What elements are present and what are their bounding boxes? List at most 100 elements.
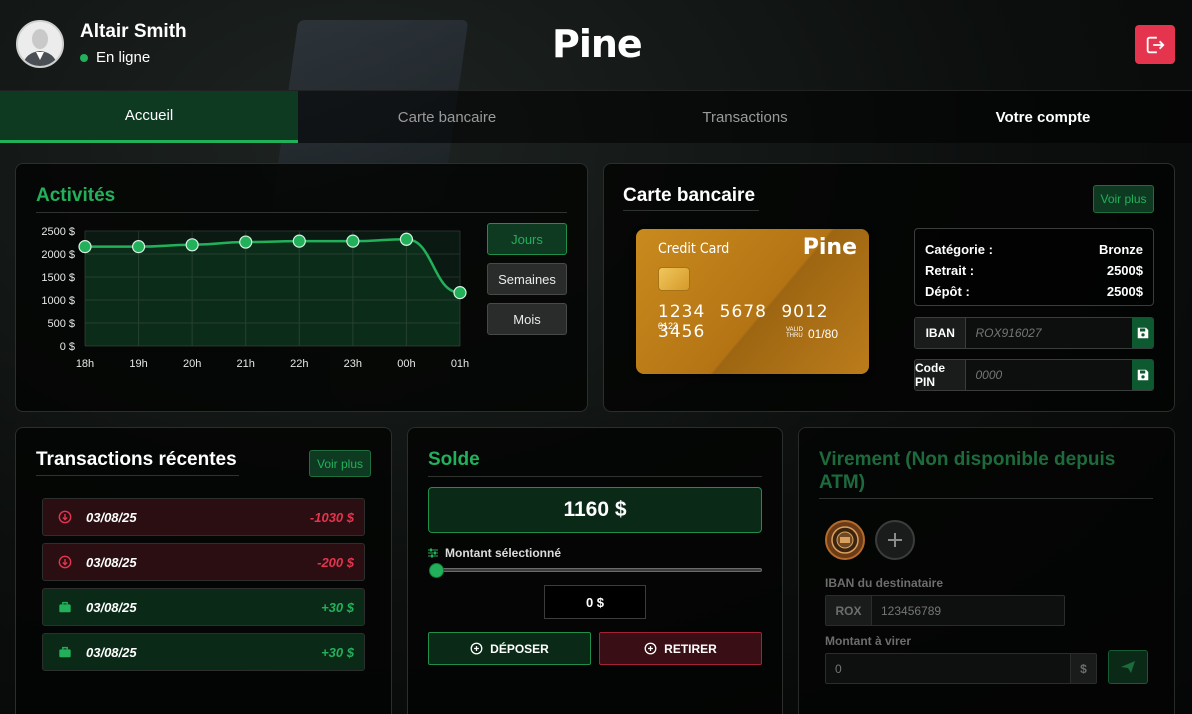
transaction-amount: +30 $ (321, 599, 354, 615)
x-tick-label: 19h (129, 358, 147, 370)
deposit-limit-label: Dépôt : (925, 284, 970, 299)
user-status: En ligne (80, 49, 150, 66)
tab-accueil[interactable]: Accueil (0, 91, 298, 143)
y-tick-label: 1000 $ (41, 295, 75, 307)
save-icon (1137, 327, 1148, 339)
category-value: Bronze (1098, 242, 1143, 257)
range-jours-button[interactable]: Jours (487, 223, 567, 255)
card-voir-plus-button[interactable]: Voir plus (1093, 185, 1154, 213)
transaction-row[interactable]: 03/08/25 +30 $ (42, 588, 365, 626)
iban-prefix: ROX (826, 596, 872, 625)
briefcase-icon (43, 600, 86, 614)
tab-transactions[interactable]: Transactions (596, 91, 894, 143)
info-row-deposit: Dépôt : 2500$ (925, 281, 1143, 302)
card-small-number: 0123 (658, 321, 679, 331)
data-point (453, 286, 467, 300)
transaction-amount: -200 $ (317, 554, 354, 570)
transfer-amount-label: Montant à virer (825, 634, 912, 648)
range-semaines-button[interactable]: Semaines (487, 263, 567, 295)
data-point (185, 238, 199, 252)
main-tabs: Accueil Carte bancaire Transactions Votr… (0, 90, 1192, 143)
pin-label: Code PIN (915, 360, 967, 390)
user-silhouette-icon (18, 22, 62, 66)
iban-field-row: IBAN (914, 317, 1154, 349)
x-tick-label: 01h (451, 358, 469, 370)
data-point (131, 240, 146, 254)
contact-avatar[interactable] (825, 520, 865, 560)
logout-icon (1146, 36, 1165, 53)
data-point (78, 240, 92, 254)
amount-slider-track[interactable] (436, 568, 762, 572)
transaction-date: 03/08/25 (86, 644, 137, 660)
save-icon (1137, 369, 1148, 381)
transfer-divider (819, 498, 1153, 499)
credit-card[interactable]: Credit Card Pine 1234 5678 9012 3456 012… (636, 229, 869, 374)
activity-divider (36, 212, 567, 213)
iban-label: IBAN (915, 318, 967, 348)
transfer-amount-field: $ (825, 653, 1097, 684)
balance-divider (428, 476, 762, 477)
transactions-divider (36, 475, 239, 476)
y-tick-label: 1500 $ (41, 272, 75, 284)
info-row-category: Catégorie : Bronze (925, 239, 1143, 260)
transaction-amount: -1030 $ (309, 509, 354, 525)
y-tick-label: 2500 $ (41, 226, 75, 238)
data-point (399, 232, 414, 246)
y-tick-label: 0 $ (60, 341, 75, 353)
data-point (292, 234, 306, 248)
sliders-icon (428, 548, 438, 558)
online-dot-icon (80, 53, 88, 62)
tab-votre-compte[interactable]: Votre compte (894, 91, 1192, 143)
tab-carte-bancaire[interactable]: Carte bancaire (298, 91, 596, 143)
transaction-date: 03/08/25 (86, 509, 137, 525)
transfer-amount-input[interactable] (826, 654, 1070, 683)
currency-suffix: $ (1070, 654, 1096, 683)
transfer-title: Virement (Non disponible depuis ATM) (819, 449, 1116, 493)
balance-title: Solde (428, 449, 480, 470)
transaction-date: 03/08/25 (86, 554, 137, 570)
header: Altair Smith En ligne Pine (0, 0, 1192, 90)
x-tick-label: 00h (397, 358, 415, 370)
iban-input[interactable] (966, 318, 1133, 348)
chip-icon (658, 267, 690, 291)
balance-display: 1160 $ (428, 487, 762, 533)
x-tick-label: 18h (76, 358, 94, 370)
pin-input[interactable] (966, 360, 1133, 390)
avatar[interactable] (16, 20, 64, 68)
activity-title: Activités (36, 185, 116, 206)
pin-field-row: Code PIN (914, 359, 1154, 391)
add-contact-button[interactable] (875, 520, 915, 560)
transaction-row[interactable]: 03/08/25 +30 $ (42, 633, 365, 671)
card-divider (623, 210, 759, 211)
send-icon (1121, 661, 1135, 673)
recipient-iban-field: ROX (825, 595, 1065, 626)
amount-slider-thumb[interactable] (429, 563, 444, 578)
withdraw-limit-label: Retrait : (925, 263, 975, 278)
recipient-iban-input[interactable] (872, 596, 1064, 625)
category-label: Catégorie : (925, 242, 993, 257)
save-iban-button[interactable] (1132, 318, 1153, 348)
transaction-row[interactable]: 03/08/25 -200 $ (42, 543, 365, 581)
card-info-box: Catégorie : Bronze Retrait : 2500$ Dépôt… (914, 228, 1154, 306)
card-panel-title: Carte bancaire (623, 185, 756, 206)
deposit-limit-value: 2500$ (1106, 284, 1143, 299)
withdraw-button[interactable]: RETIRER (599, 632, 762, 665)
transactions-voir-plus-button[interactable]: Voir plus (309, 450, 371, 477)
card-logo: Pine (802, 235, 857, 260)
recipient-iban-label: IBAN du destinataire (825, 576, 944, 590)
card-expiry: 01/80 (808, 327, 839, 341)
withdraw-label: RETIRER (664, 641, 717, 656)
logout-button[interactable] (1135, 25, 1175, 64)
card-type-label: Credit Card (658, 241, 730, 257)
send-transfer-button[interactable] (1108, 650, 1148, 684)
x-tick-label: 23h (344, 358, 362, 370)
range-mois-button[interactable]: Mois (487, 303, 567, 335)
withdraw-limit-value: 2500$ (1106, 263, 1143, 278)
transaction-row[interactable]: 03/08/25 -1030 $ (42, 498, 365, 536)
app-logo: Pine (552, 22, 643, 66)
withdraw-arrow-icon (43, 510, 86, 524)
save-pin-button[interactable] (1132, 360, 1153, 390)
deposit-button[interactable]: DÉPOSER (428, 632, 591, 665)
x-tick-label: 22h (290, 358, 308, 370)
info-row-withdraw: Retrait : 2500$ (925, 260, 1143, 281)
